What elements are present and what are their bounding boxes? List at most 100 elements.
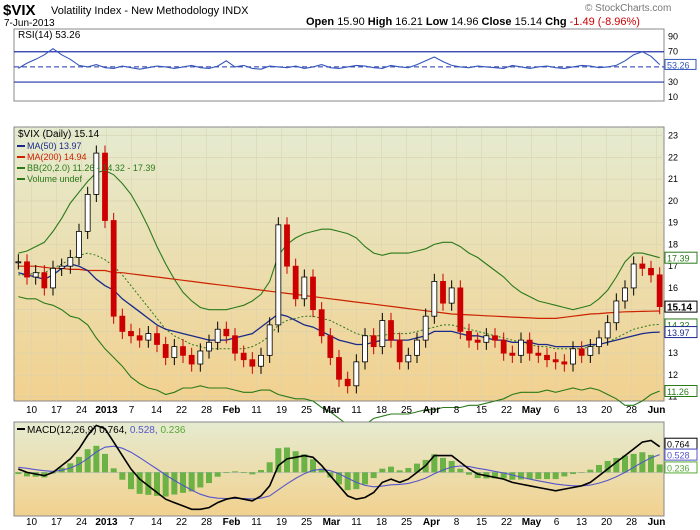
candle-body	[197, 350, 204, 365]
price-panel: 11 12 13 14 15 16 17 18 19 20 21 22 23 $VIX (Daily) 1…	[13, 126, 698, 430]
macd-histogram-bar	[240, 472, 247, 474]
x-tick-label: May	[522, 517, 542, 528]
chart-canvas: 1030507090RSI(14) 53.2653.26 11121314151…	[13, 28, 698, 528]
macd-histogram-bar	[128, 472, 134, 490]
macd-histogram-bar	[180, 472, 186, 493]
x-tick-label: 25	[401, 517, 413, 528]
x-tick-label: 6	[554, 517, 560, 528]
candle-body	[136, 335, 143, 341]
price-tick-label: 22	[668, 152, 678, 162]
candle-body	[84, 194, 91, 232]
macd-histogram-bar	[206, 472, 212, 484]
candle-body	[24, 261, 30, 278]
macd-histogram-bar	[466, 472, 472, 475]
macd-histogram-bar	[292, 451, 299, 473]
x-tick-label: Jun	[648, 517, 666, 528]
candle-body	[180, 346, 186, 356]
x-tick-label: 14	[151, 517, 163, 528]
high-label: High	[367, 16, 393, 28]
candle-body	[639, 263, 646, 269]
candle-body	[162, 344, 169, 358]
candle-body	[596, 337, 602, 348]
chg-label: Chg	[545, 16, 567, 28]
macd-value-label: 0.528	[667, 451, 690, 461]
macd-histogram-bar	[587, 469, 594, 473]
x-tick-label: Feb	[223, 517, 241, 528]
price-value-label: 17.39	[667, 254, 690, 264]
macd-histogram-bar	[379, 468, 386, 473]
candle-body	[604, 322, 611, 339]
macd-histogram-bar	[388, 466, 394, 473]
candle-body	[93, 152, 100, 195]
candle-body	[492, 335, 498, 341]
candle-body	[561, 361, 568, 365]
x-tick-label: 8	[454, 517, 460, 528]
macd-histogram-bar	[570, 472, 576, 475]
macd-histogram-bar	[578, 472, 585, 473]
x-tick-label: 22	[501, 517, 513, 528]
macd-label: MACD(12,26,9) 0.764, 0.528, 0.236	[27, 425, 186, 436]
candle-body	[457, 287, 464, 332]
x-tick-label: 7	[129, 517, 135, 528]
candle-body	[50, 267, 56, 289]
candle-body	[310, 276, 316, 311]
x-tick-label: 7	[129, 405, 135, 416]
x-tick-label: 19	[276, 517, 288, 528]
macd-histogram-bar	[656, 464, 663, 473]
candle-body	[266, 324, 273, 356]
candle-body	[440, 280, 446, 304]
rsi-tick-label: 10	[668, 92, 678, 102]
candle-body	[214, 328, 221, 343]
candle-body	[232, 335, 238, 354]
candle-body	[110, 220, 117, 317]
macd-histogram-bar	[405, 467, 412, 473]
description-text: Volatility Index - New Methodology	[51, 5, 220, 17]
close-label: Close	[481, 16, 512, 28]
candle-body	[474, 339, 481, 343]
candle-body	[483, 335, 490, 343]
candle-body	[32, 272, 39, 278]
open-value: 15.90	[337, 16, 365, 28]
macd-histogram-bar	[171, 472, 178, 495]
candle-body	[405, 354, 412, 363]
macd-histogram-bar	[249, 472, 256, 475]
macd-label-part: MACD(12,26,9)	[27, 425, 99, 436]
x-tick-label: 18	[376, 405, 388, 416]
low-value: 14.96	[450, 16, 479, 28]
candle-body	[448, 287, 455, 304]
macd-label-part: 0.764,	[99, 425, 130, 436]
candle-body	[570, 348, 576, 365]
x-tick-label: 25	[301, 517, 313, 528]
x-tick-label: 28	[201, 405, 213, 416]
candle-body	[526, 339, 533, 354]
candle-body	[240, 352, 247, 361]
x-tick-label: 15	[476, 405, 488, 416]
macd-histogram-bar	[370, 472, 377, 479]
macd-histogram-bar	[535, 472, 542, 480]
candle-body	[587, 346, 594, 356]
candle-body	[292, 265, 299, 300]
x-tick-label: 2013	[95, 405, 118, 416]
price-tick-label: 20	[668, 196, 678, 206]
x-tick-label: 10	[26, 517, 38, 528]
macd-histogram-bar	[102, 453, 108, 473]
x-tick-label: 10	[26, 405, 38, 416]
x-tick-label: 11	[251, 517, 262, 528]
candle-body	[327, 335, 334, 358]
x-tick-label: 14	[151, 405, 163, 416]
x-tick-label: 28	[201, 517, 213, 528]
candle-body	[336, 357, 342, 380]
macd-label-part: 0.236	[160, 425, 185, 436]
x-tick-label: 11	[251, 405, 262, 416]
x-tick-label: 6	[554, 405, 560, 416]
candle-body	[578, 348, 585, 356]
x-tick-label: 20	[601, 517, 613, 528]
candle-body	[353, 361, 360, 387]
price-tick-label: 18	[668, 239, 678, 249]
legend-entry: MA(50) 13.97	[27, 141, 82, 151]
candle-body	[318, 309, 325, 337]
macd-histogram-bar	[396, 470, 403, 473]
macd-histogram-bar	[544, 472, 550, 480]
candle-body	[223, 328, 230, 337]
x-tick-label: Apr	[423, 517, 440, 528]
